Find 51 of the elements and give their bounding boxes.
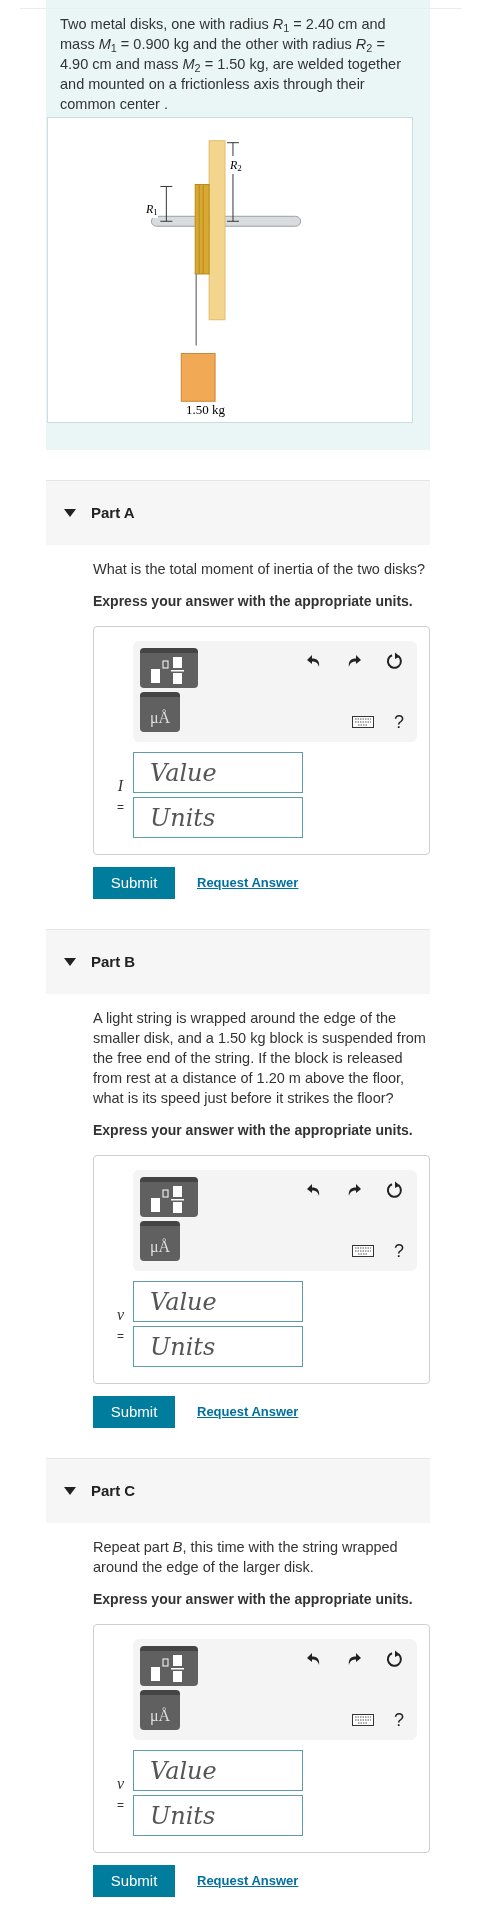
units-button[interactable]: μÅ bbox=[140, 1690, 180, 1730]
keyboard-icon[interactable] bbox=[352, 1245, 374, 1257]
units-field[interactable]: Units bbox=[133, 1326, 303, 1367]
equals-sign: = bbox=[117, 1328, 124, 1345]
reset-icon[interactable] bbox=[386, 652, 404, 670]
templates-button[interactable] bbox=[140, 1646, 198, 1686]
request-answer-link[interactable]: Request Answer bbox=[197, 873, 299, 893]
part-header[interactable]: Part A bbox=[46, 480, 430, 545]
part-header[interactable]: Part C bbox=[46, 1458, 430, 1523]
redo-icon[interactable] bbox=[346, 1651, 362, 1667]
redo-icon[interactable] bbox=[346, 1182, 362, 1198]
units-field[interactable]: Units bbox=[133, 1795, 303, 1836]
redo-icon[interactable] bbox=[346, 653, 362, 669]
block-mass-label: 1.50 kg bbox=[186, 401, 225, 419]
templates-button[interactable] bbox=[140, 648, 198, 688]
reset-icon[interactable] bbox=[386, 1181, 404, 1199]
keyboard-icon[interactable] bbox=[352, 716, 374, 728]
request-answer-link[interactable]: Request Answer bbox=[197, 1402, 299, 1422]
instruction-text: Express your answer with the appropriate units. bbox=[93, 1590, 414, 1609]
equals-sign: = bbox=[117, 799, 124, 816]
units-button[interactable]: μÅ bbox=[140, 692, 180, 732]
submit-button[interactable]: Submit bbox=[93, 867, 175, 899]
keyboard-icon[interactable] bbox=[352, 1714, 374, 1726]
undo-icon[interactable] bbox=[306, 1651, 322, 1667]
value-field[interactable]: Value bbox=[133, 752, 303, 793]
templates-button[interactable] bbox=[140, 1177, 198, 1217]
instruction-text: Express your answer with the appropriate units. bbox=[93, 1121, 414, 1140]
question-text: Repeat part B, this time with the string wrapped around the edge of the larger disk. bbox=[93, 1538, 399, 1577]
question-text: What is the total moment of inertia of the two disks? bbox=[93, 560, 427, 579]
equals-sign: = bbox=[117, 1797, 124, 1814]
question-text: A light string is wrapped around the edge of the smaller disk, and a 1.50 kg block is suspended from the free end of the string. If the block is released from rest at a distance of 1.20 m above the floor, what is its speed just before it strikes the floor? bbox=[93, 1009, 427, 1108]
units-field[interactable]: Units bbox=[133, 797, 303, 838]
help-button[interactable]: ? bbox=[394, 1711, 404, 1729]
value-field[interactable]: Value bbox=[133, 1281, 303, 1322]
variable-symbol: v bbox=[116, 1774, 125, 1794]
submit-button[interactable]: Submit bbox=[93, 1865, 175, 1897]
help-button[interactable]: ? bbox=[394, 713, 404, 731]
request-answer-link[interactable]: Request Answer bbox=[197, 1871, 299, 1891]
submit-button[interactable]: Submit bbox=[93, 1396, 175, 1428]
undo-icon[interactable] bbox=[306, 1182, 322, 1198]
units-button[interactable]: μÅ bbox=[140, 1221, 180, 1261]
variable-symbol: I bbox=[117, 776, 124, 796]
part-header[interactable]: Part B bbox=[46, 929, 430, 994]
problem-text: Two metal disks, one with radius R$_{1}$ = 2.40 cm and mass M$_{1}$ = 0.900 kg and the other with radius R$_{2}$ = 4.90 cm and mass M$_{2}$ = 1.50 kg, are welded together and mounted on a frictionless axis through their common center . bbox=[59, 15, 402, 114]
undo-icon[interactable] bbox=[306, 653, 322, 669]
value-field[interactable]: Value bbox=[133, 1750, 303, 1791]
instruction-text: Express your answer with the appropriate units. bbox=[93, 592, 414, 611]
reset-icon[interactable] bbox=[386, 1650, 404, 1668]
variable-symbol: v bbox=[116, 1305, 125, 1325]
help-button[interactable]: ? bbox=[394, 1242, 404, 1260]
r2-label: R$_{2}$ bbox=[230, 156, 242, 174]
